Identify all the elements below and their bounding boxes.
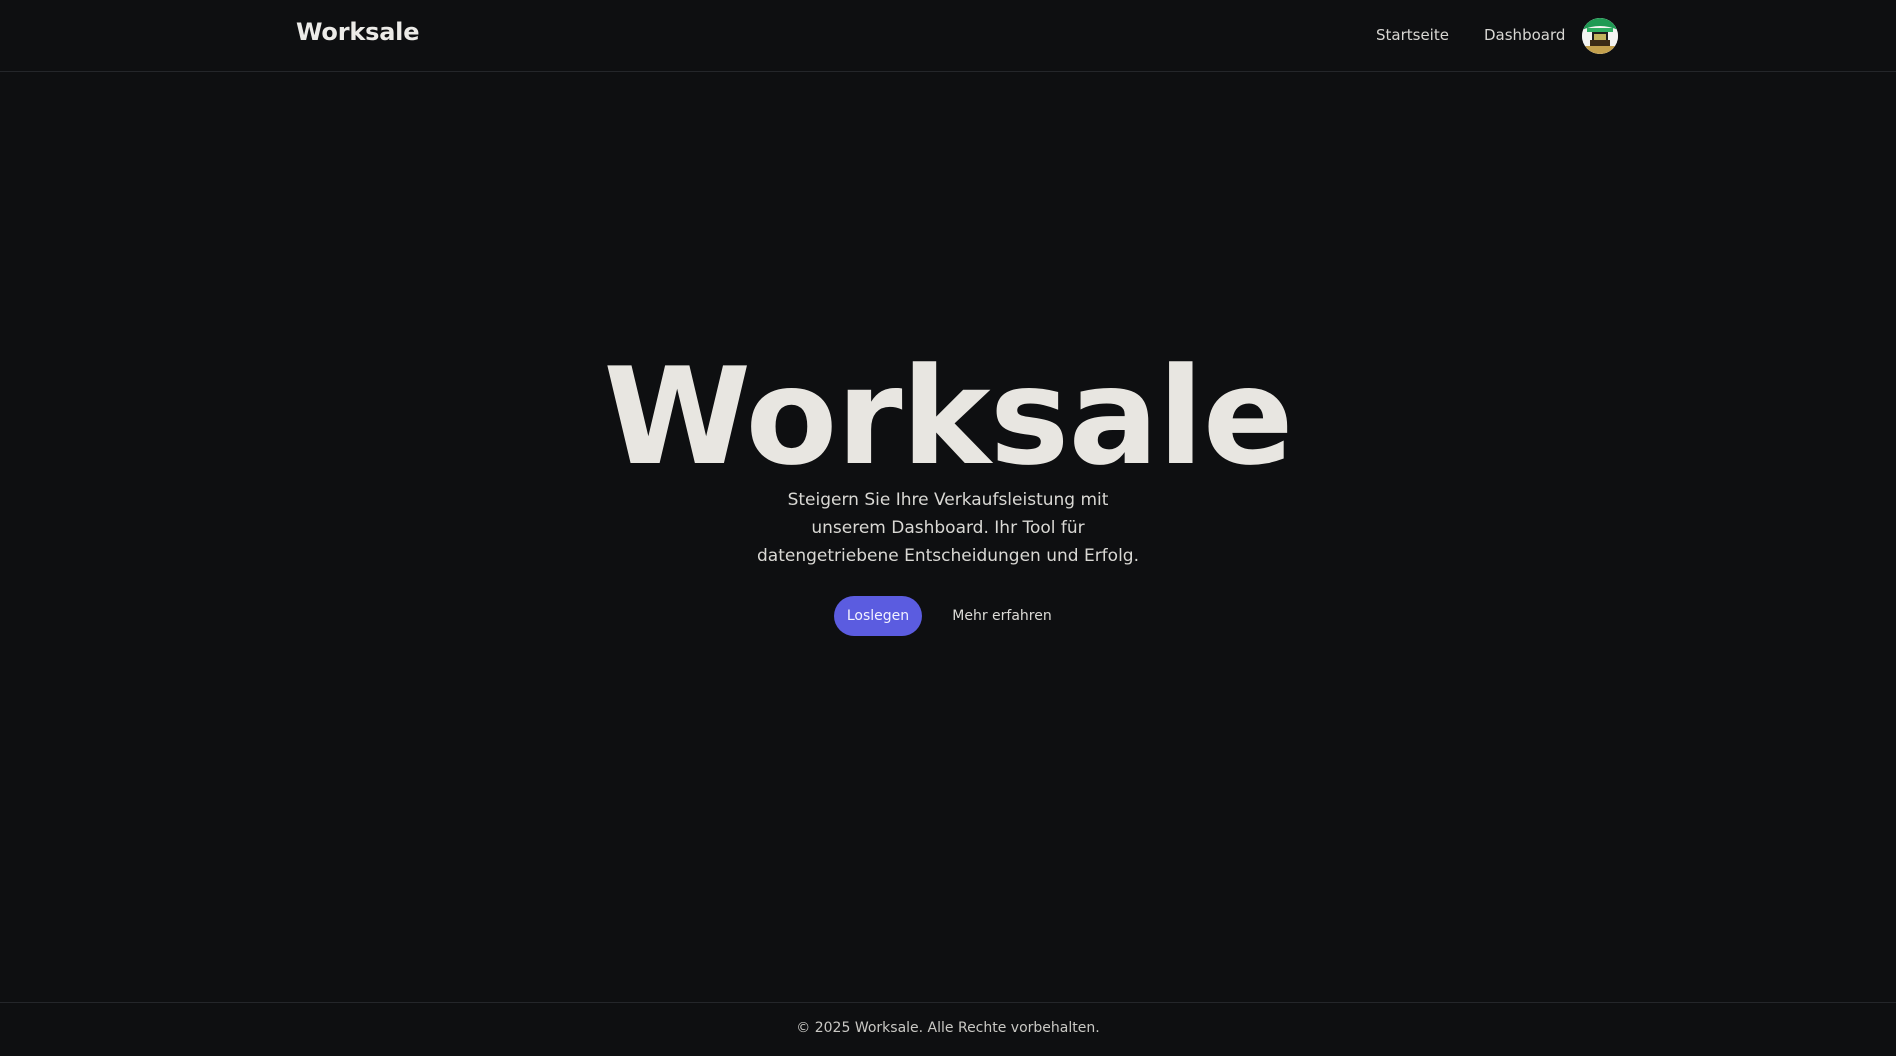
user-avatar[interactable] [1582, 18, 1618, 54]
brand-logo-link[interactable]: Worksale [296, 18, 419, 46]
hero-title: Worksale [603, 339, 1293, 495]
hero-section: Worksale Steigern Sie Ihre Verkaufsleist… [0, 72, 1896, 1002]
nav-link-dashboard[interactable]: Dashboard [1484, 26, 1565, 44]
nav-link-startseite[interactable]: Startseite [1376, 26, 1449, 44]
avatar-icon [1582, 18, 1618, 54]
top-navbar: Worksale Startseite Dashboard [0, 0, 1896, 72]
page-footer: © 2025 Worksale. Alle Rechte vorbehalten… [0, 1002, 1896, 1056]
hero-subtitle: Steigern Sie Ihre Verkaufsleistung mit u… [757, 490, 1139, 566]
get-started-button[interactable]: Loslegen [834, 596, 922, 636]
footer-copyright: © 2025 Worksale. Alle Rechte vorbehalten… [796, 1020, 1100, 1036]
learn-more-button[interactable]: Mehr erfahren [944, 596, 1060, 636]
